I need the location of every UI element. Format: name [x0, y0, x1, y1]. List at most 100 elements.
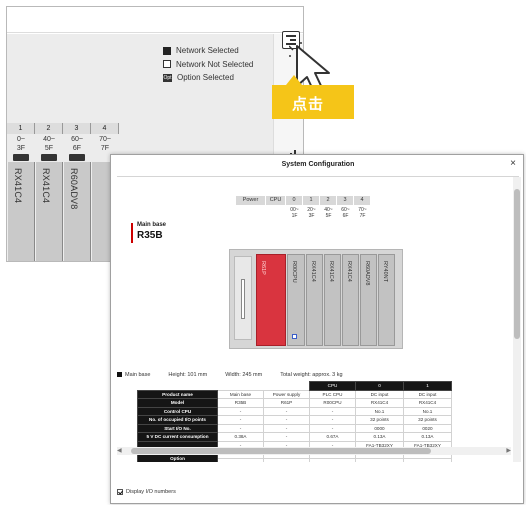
rack-address: 00~ 1F [286, 206, 303, 220]
rack-module[interactable]: RX41C4 [342, 254, 359, 346]
checkbox-checked-icon[interactable] [117, 489, 123, 495]
table-cell: No.1 [403, 406, 452, 416]
rack-header-cell: Power [236, 196, 266, 205]
table-cell: - [309, 415, 356, 425]
table-row: Model R35B R61P R00CPU RX41C4 RX41C4 [137, 398, 452, 408]
table-cell: - [403, 457, 452, 462]
table-cell: No.1 [355, 406, 404, 416]
addr-end: 6F [72, 145, 82, 152]
rack-header-cell: 4 [354, 196, 371, 205]
addr-start: 40~ [43, 136, 55, 143]
table-row: No. of occupied I/O points - - - 32 poin… [137, 415, 452, 425]
rack-header-cell: 2 [320, 196, 337, 205]
rack-module[interactable]: R60ADV8 [360, 254, 377, 346]
display-io-numbers-checkbox[interactable]: Display I/O numbers [117, 489, 176, 495]
option-badge [7, 154, 35, 162]
addr-end: 5F [44, 145, 54, 152]
module-slot[interactable]: R60ADV8 [63, 162, 91, 261]
module-label: R61P [260, 261, 266, 275]
scroll-left-icon[interactable]: ◀ [117, 447, 122, 454]
legend-label: Option Selected [177, 73, 234, 83]
slot-number: 1 [7, 123, 35, 134]
addr-start: 60~ [71, 136, 83, 143]
table-cell [264, 382, 310, 391]
table-cell: 0.13A [355, 432, 404, 442]
table-cell: 0000 [355, 423, 404, 433]
table-cell: R35B [217, 398, 264, 408]
table-cell: - [263, 432, 310, 442]
rack-address [236, 206, 266, 220]
module-label: RX41C4 [41, 168, 51, 204]
scrollbar-thumb[interactable] [131, 448, 431, 454]
table-row: Start I/O No. - - - 0000 0020 [137, 423, 452, 433]
dialog-content: Main base R35B Power CPU 0 1 2 3 4 00~ 1F… [111, 177, 511, 462]
table-cell: - [263, 415, 310, 425]
table-cell: DC input [355, 389, 404, 399]
callout-text: 点击 [292, 96, 325, 113]
table-cell: Power supply [263, 389, 310, 399]
rack-header-cell: 0 [286, 196, 303, 205]
scroll-right-icon[interactable]: ▶ [506, 447, 511, 454]
module-label: RY40NT [382, 261, 388, 282]
scrollbar-thumb[interactable] [514, 189, 520, 339]
module-label: R60ADV8 [364, 261, 370, 286]
rack-module[interactable]: RY40NT [378, 254, 395, 346]
module-slot[interactable]: RX41C4 [35, 162, 63, 261]
table-cell: PLC CPU [309, 389, 356, 399]
addr-start: 70~ [99, 136, 111, 143]
height-text: Height: 101 mm [168, 372, 208, 378]
filled-square-icon [117, 372, 122, 378]
rack-address-row: 00~ 1F 20~ 3F 40~ 5F 60~ 6F 70~ 7F [236, 206, 371, 220]
rack-header-cell: CPU [266, 196, 286, 205]
table-cell: - [217, 406, 264, 416]
addr-start: 0~ [17, 136, 25, 143]
table-top-header: CPU 0 1 [138, 381, 452, 391]
rack-module-power[interactable]: R61P [256, 254, 286, 346]
module-slot[interactable]: RX41C4 [7, 162, 35, 261]
legend: Network Selected Network Not Selected Op… [163, 44, 253, 85]
rack-address [266, 206, 286, 220]
table-cell: R00CPU [309, 398, 356, 408]
table-header: 0 [355, 381, 404, 391]
addr-end: 3F [16, 145, 26, 152]
rack-address: 40~ 5F [320, 206, 337, 220]
close-icon[interactable]: × [507, 158, 519, 170]
legend-network-not-selected: Network Not Selected [163, 58, 253, 72]
option-badge [35, 154, 63, 162]
table-cell: - [263, 406, 310, 416]
rack-module[interactable]: RX41C4 [306, 254, 323, 346]
table-cell: 0.67A [309, 432, 356, 442]
vertical-scrollbar[interactable] [513, 177, 521, 462]
rack-header: Power CPU 0 1 2 3 4 [236, 196, 371, 205]
module-label: RX41C4 [328, 261, 334, 282]
table-cell: - [217, 423, 264, 433]
legend-label: Network Selected [176, 46, 239, 56]
rack-address: 60~ 6F [337, 206, 354, 220]
table-cell: 0020 [403, 423, 452, 433]
row-label: Product name [137, 389, 218, 399]
addr-end: 7F [359, 213, 366, 219]
background-toolbar [7, 7, 303, 33]
rack-module-cpu[interactable]: R00CPU [287, 254, 305, 346]
module-label: R60ADV8 [69, 168, 79, 210]
option-badge-row [7, 154, 91, 162]
addr-end: 3F [308, 213, 315, 219]
table-cell: 32 points [355, 415, 404, 425]
legend-option-selected: Opt Option Selected [163, 71, 253, 85]
rack-header-cell: 3 [337, 196, 354, 205]
rack-module[interactable]: RX41C4 [324, 254, 341, 346]
addr-end: 6F [342, 213, 349, 219]
dialog-title: System Configuration [281, 161, 355, 168]
horizontal-scrollbar[interactable]: ◀ ▶ [117, 447, 511, 455]
table-cell: RX41C4 [403, 398, 452, 408]
slot-address: 60~ 6F [63, 134, 91, 154]
filled-square-icon [163, 46, 171, 55]
cpu-indicator-icon [292, 334, 297, 339]
table-row: Product name Main base Power supply PLC … [137, 389, 452, 399]
table-cell [218, 382, 264, 391]
table-row: 5 V DC current consumption 0.38A - 0.67A… [137, 432, 452, 442]
table-cell: - [217, 457, 264, 462]
option-badge [63, 154, 91, 162]
table-cell: - [309, 406, 356, 416]
slot-address: 70~ 7F [91, 134, 119, 154]
